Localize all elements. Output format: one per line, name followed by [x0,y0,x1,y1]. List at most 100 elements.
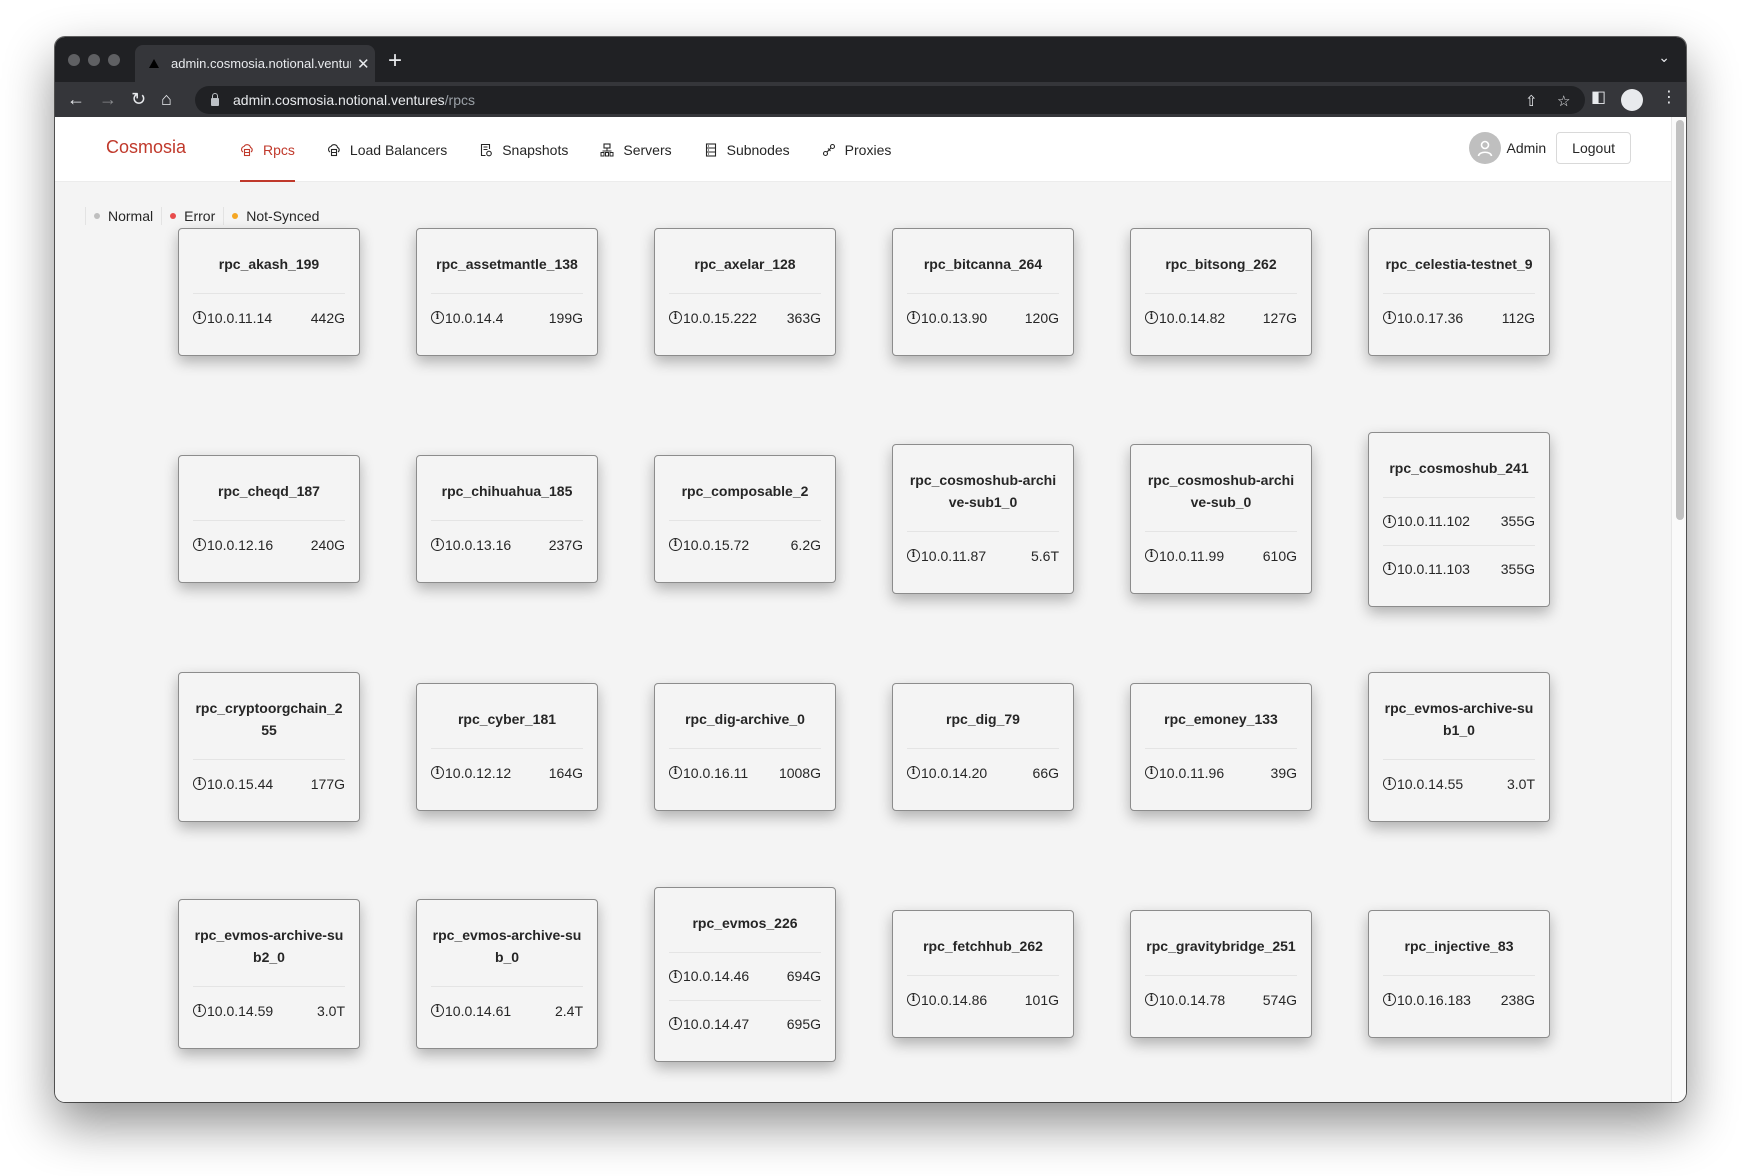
info-icon[interactable]: i [431,538,444,551]
node-ip-group: i 10.0.15.44 [193,776,273,792]
info-icon[interactable]: i [669,1017,682,1030]
info-icon[interactable]: i [907,311,920,324]
info-icon[interactable]: i [193,311,206,324]
rpc-card[interactable]: rpc_bitcanna_264 i 10.0.13.90 120G [892,228,1074,356]
rpc-card[interactable]: rpc_dig-archive_0 i 10.0.16.11 1008G [654,683,836,811]
browser-menu-icon[interactable]: ⋮ [1661,87,1677,107]
info-icon[interactable]: i [1383,514,1396,528]
logout-button[interactable]: Logout [1556,132,1631,164]
rpc-card-title: rpc_fetchhub_262 [907,911,1059,976]
tab-search-chevron-icon[interactable]: ⌄ [1658,49,1670,66]
node-disk-size: 2.4T [554,1002,583,1019]
rpc-card[interactable]: rpc_injective_83 i 10.0.16.183 238G [1368,910,1550,1038]
rpc-card[interactable]: rpc_evmos-archive-sub_0 i 10.0.14.61 2.4T [416,899,598,1049]
info-icon[interactable]: i [431,311,444,324]
node-disk-size: 164G [548,764,583,781]
info-icon[interactable]: i [907,549,920,562]
node-ip: 10.0.11.102 [1397,513,1470,529]
maximize-window-button[interactable] [108,54,120,66]
rpc-card[interactable]: rpc_bitsong_262 i 10.0.14.82 127G [1130,228,1312,356]
node-ip-group: i 10.0.15.72 [669,537,749,553]
close-tab-icon[interactable]: ✕ [357,55,370,73]
rpc-card[interactable]: rpc_cosmoshub-archive-sub_0 i 10.0.11.99 61… [1130,444,1312,594]
card-padding [431,796,583,810]
avatar[interactable] [1469,132,1502,164]
brand-logo[interactable]: Cosmosia [106,137,186,158]
rpc-card[interactable]: rpc_fetchhub_262 i 10.0.14.86 101G [892,910,1074,1038]
node-row: i 10.0.12.16 240G [193,521,345,568]
info-icon[interactable]: i [669,969,682,983]
rpc-card[interactable]: rpc_evmos-archive-sub2_0 i 10.0.14.59 3.0T [178,899,360,1049]
info-icon[interactable]: i [431,766,444,779]
node-row: i 10.0.14.4 199G [431,294,583,341]
nav-tab-proxies[interactable]: Proxies [822,117,891,182]
forward-arrow-icon[interactable]: → [99,88,117,110]
info-icon[interactable]: i [1145,766,1158,779]
page-scrollbar[interactable] [1671,117,1686,1102]
node-disk-size: 1008G [778,764,821,781]
rpc-card[interactable]: rpc_gravitybridge_251 i 10.0.14.78 574G [1130,910,1312,1038]
rpc-card[interactable]: rpc_cheqd_187 i 10.0.12.16 240G [178,455,360,583]
nav-tab-load-balancers[interactable]: Load Balancers [327,117,447,182]
rpc-card[interactable]: rpc_cyber_181 i 10.0.12.12 164G [416,683,598,811]
rpc-card[interactable]: rpc_emoney_133 i 10.0.11.96 39G [1130,683,1312,811]
home-icon[interactable]: ⌂ [161,88,172,110]
browser-tab[interactable]: admin.cosmosia.notional.ventures ✕ [135,45,375,82]
node-ip: 10.0.12.12 [445,764,512,781]
info-icon[interactable]: i [193,777,206,790]
rpc-card[interactable]: rpc_akash_199 i 10.0.11.14 442G [178,228,360,356]
info-icon[interactable]: i [193,538,206,551]
share-icon[interactable]: ⇧ [1525,92,1538,110]
info-icon[interactable]: i [1383,562,1396,575]
side-panel-icon[interactable]: ◧ [1591,87,1606,107]
info-icon[interactable]: i [431,1004,444,1017]
nav-tab-rpcs[interactable]: Rpcs [240,117,295,182]
info-icon[interactable]: i [1145,993,1158,1006]
info-icon[interactable]: i [907,766,920,779]
rpc-card[interactable]: rpc_axelar_128 i 10.0.15.222 363G [654,228,836,356]
rpc-card[interactable]: rpc_assetmantle_138 i 10.0.14.4 199G [416,228,598,356]
rpc-card[interactable]: rpc_composable_2 i 10.0.15.72 6.2G [654,455,836,583]
node-disk-size: 610G [1262,547,1297,564]
rpc-card[interactable]: rpc_celestia-testnet_9 i 10.0.17.36 112G [1368,228,1550,356]
node-ip: 10.0.16.183 [1397,991,1471,1008]
info-icon[interactable]: i [669,538,682,551]
nav-tab-subnodes[interactable]: Subnodes [704,117,790,182]
info-icon[interactable]: i [907,993,920,1006]
info-icon[interactable]: i [1145,311,1158,324]
node-disk-size: 66G [1032,764,1059,781]
rpc-card[interactable]: rpc_evmos_226 i 10.0.14.46 694G i 10.0.14.47 6… [654,886,836,1062]
info-icon[interactable]: i [1145,549,1158,562]
node-ip: 10.0.12.16 [207,536,274,553]
browser-profile-avatar[interactable] [1621,89,1643,111]
close-window-button[interactable] [68,54,80,66]
card-padding [669,341,821,355]
rpc-card[interactable]: rpc_cosmoshub-archive-sub1_0 i 10.0.11.87 5… [892,444,1074,594]
rpc-card[interactable]: rpc_chihuahua_185 i 10.0.13.16 237G [416,455,598,583]
info-icon[interactable]: i [669,311,682,324]
rpc-card[interactable]: rpc_dig_79 i 10.0.14.20 66G [892,683,1074,811]
node-ip-group: i 10.0.11.103 [1383,561,1470,577]
bookmark-star-icon[interactable]: ☆ [1557,92,1570,110]
rpc-card[interactable]: rpc_cryptoorgchain_255 i 10.0.15.44 177G [178,672,360,822]
nav-tab-servers[interactable]: Servers [600,117,672,182]
new-tab-button[interactable]: + [388,47,402,75]
user-name: Admin [1506,140,1547,156]
back-arrow-icon[interactable]: ← [67,88,85,110]
rpc-card-title: rpc_cryptoorgchain_255 [193,673,345,760]
reload-icon[interactable]: ↻ [131,88,146,110]
info-icon[interactable]: i [1383,777,1396,790]
node-ip-group: i 10.0.14.20 [907,765,987,781]
address-bar[interactable]: admin.cosmosia.notional.ventures/rpcs ⇧ … [195,86,1585,114]
scrollbar-thumb[interactable] [1676,120,1684,520]
info-icon[interactable]: i [669,766,682,779]
info-icon[interactable]: i [193,1004,206,1017]
info-icon[interactable]: i [1383,311,1396,324]
rpc-card[interactable]: rpc_cosmoshub_241 i 10.0.11.102 355G i 10.0.1… [1368,431,1550,607]
rpc-card[interactable]: rpc_evmos-archive-sub1_0 i 10.0.14.55 3.0T [1368,672,1550,822]
node-row: i 10.0.14.46 694G [669,953,821,1000]
info-icon[interactable]: i [1383,993,1396,1006]
minimize-window-button[interactable] [88,54,100,66]
nav-tab-snapshots[interactable]: Snapshots [479,117,568,182]
card-padding [907,796,1059,810]
